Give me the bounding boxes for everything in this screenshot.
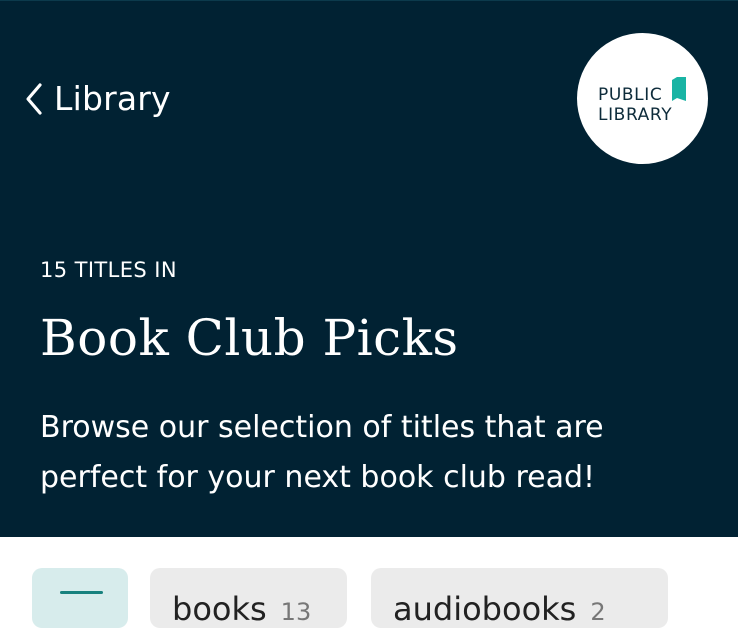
title-count: 15 TITLES IN (40, 258, 177, 282)
filter-bar: books 13 audiobooks 2 (0, 537, 738, 628)
chevron-left-icon (24, 82, 44, 116)
filter-chip-books[interactable]: books 13 (150, 568, 347, 628)
chip-count: 13 (280, 598, 312, 626)
collection-description: Browse our selection of titles that are … (40, 410, 604, 495)
back-label: Library (54, 79, 171, 118)
logo-text: PUBLIC LIBRARY (598, 85, 672, 125)
chip-label: audiobooks (393, 590, 577, 628)
library-logo[interactable]: PUBLIC LIBRARY (577, 33, 708, 164)
menu-icon (60, 591, 103, 594)
collection-header: Library PUBLIC LIBRARY 15 TITLES IN Book… (0, 0, 738, 537)
chip-label: books (172, 590, 267, 628)
logo-line-2: LIBRARY (598, 105, 673, 125)
logo-line-1: PUBLIC (598, 85, 663, 105)
filter-menu-button[interactable] (32, 568, 128, 628)
library-book-icon (672, 77, 686, 106)
chip-count: 2 (590, 598, 606, 626)
filter-chip-audiobooks[interactable]: audiobooks 2 (371, 568, 668, 628)
back-to-library-button[interactable]: Library (24, 77, 171, 121)
collection-title: Book Club Picks (40, 309, 459, 367)
